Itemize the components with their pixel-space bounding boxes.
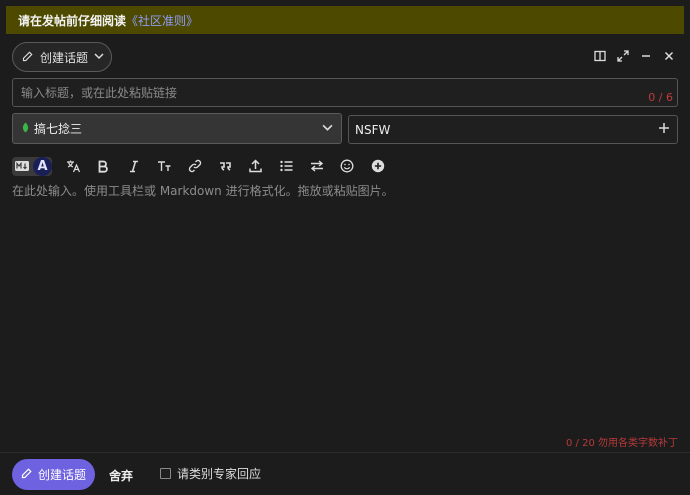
- markdown-mode-icon[interactable]: [15, 160, 31, 172]
- title-counter: 0 / 6: [648, 91, 673, 104]
- chevron-down-icon: [94, 50, 104, 64]
- composer-action-label: 创建话题: [40, 50, 89, 65]
- quote-icon[interactable]: [214, 156, 237, 176]
- pencil-icon: [22, 50, 34, 65]
- expert-response-checkbox[interactable]: [160, 468, 171, 479]
- editor-mode-toggle[interactable]: A: [12, 156, 52, 176]
- plus-circle-icon[interactable]: [366, 156, 389, 176]
- editor-toolbar: A: [12, 156, 397, 176]
- italic-icon[interactable]: [122, 156, 145, 176]
- leaf-icon: [21, 122, 30, 136]
- title-field: 0 / 6: [12, 78, 678, 107]
- discard-button[interactable]: 舍弃: [109, 467, 133, 484]
- create-topic-button[interactable]: 创建话题: [12, 459, 95, 490]
- fullscreen-icon[interactable]: [616, 48, 630, 64]
- emoji-icon[interactable]: [336, 156, 359, 176]
- composer-action-dropdown[interactable]: 创建话题: [12, 42, 112, 72]
- title-input[interactable]: [13, 79, 677, 106]
- translate-icon[interactable]: [61, 156, 84, 176]
- category-label: 搞七捻三: [34, 122, 83, 136]
- expert-response-label: 请类别专家回应: [177, 467, 262, 481]
- link-icon[interactable]: [183, 156, 206, 176]
- rich-text-mode-button[interactable]: A: [33, 156, 52, 176]
- plus-icon[interactable]: [657, 121, 671, 138]
- list-icon[interactable]: [275, 156, 298, 176]
- swap-icon[interactable]: [305, 156, 328, 176]
- category-select[interactable]: 搞七捻三: [12, 113, 342, 144]
- chevron-down-icon: [322, 122, 333, 136]
- minimize-icon[interactable]: [639, 48, 653, 64]
- window-controls: [593, 48, 676, 64]
- bold-icon[interactable]: [92, 156, 115, 176]
- tag-label: NSFW: [355, 122, 391, 137]
- notice-text: 请在发帖前仔细阅读: [18, 13, 127, 28]
- upload-icon[interactable]: [244, 156, 267, 176]
- editor-body[interactable]: 在此处输入。使用工具栏或 Markdown 进行格式化。拖放或粘贴图片。: [12, 182, 678, 432]
- toggle-preview-icon[interactable]: [593, 48, 607, 64]
- expert-response-option[interactable]: 请类别专家回应: [160, 465, 261, 482]
- create-topic-label: 创建话题: [37, 468, 86, 482]
- pencil-icon: [21, 467, 33, 482]
- notice-banner: 请在发帖前仔细阅读 《社区准则》: [6, 6, 684, 34]
- body-counter: 0 / 20 勿用各类字数补丁: [566, 438, 678, 449]
- editor-placeholder: 在此处输入。使用工具栏或 Markdown 进行格式化。拖放或粘贴图片。: [12, 184, 394, 198]
- community-guidelines-link[interactable]: 《社区准则》: [126, 12, 198, 29]
- heading-icon[interactable]: [153, 156, 176, 176]
- close-icon[interactable]: [662, 48, 676, 64]
- footer-divider: [0, 452, 690, 453]
- tag-select[interactable]: NSFW: [348, 115, 678, 144]
